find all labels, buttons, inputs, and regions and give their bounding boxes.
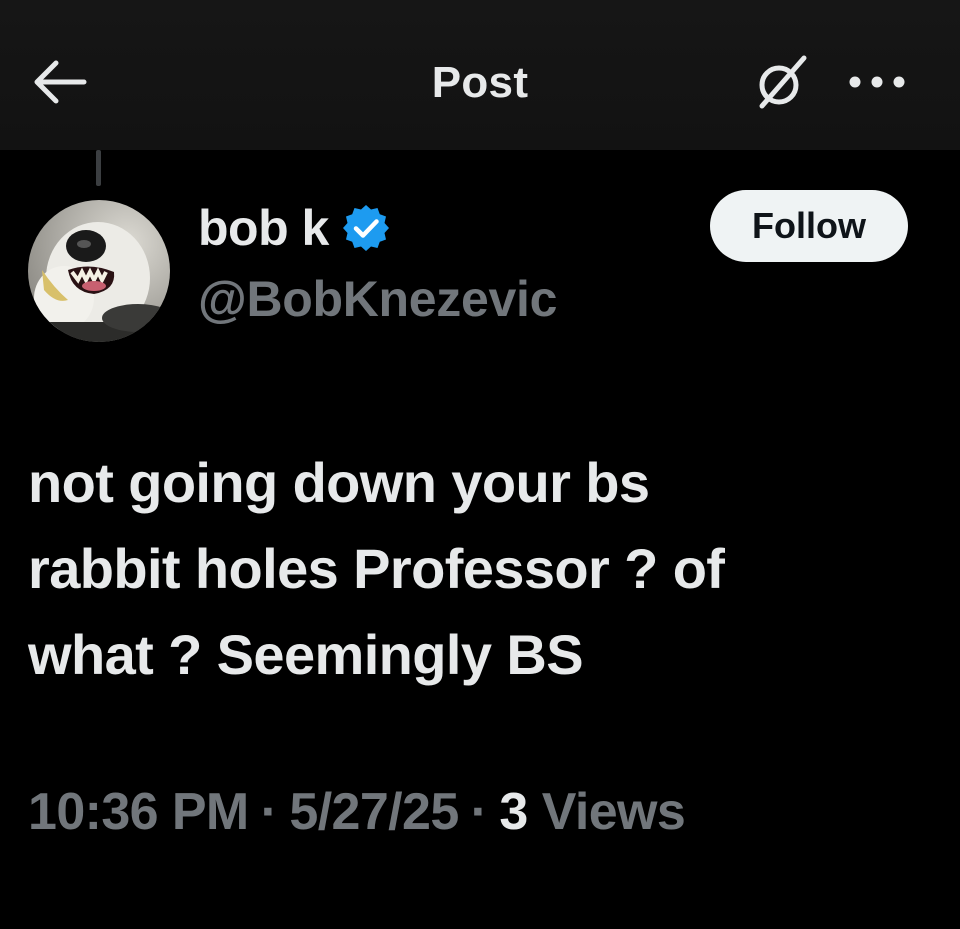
thread-connector-line bbox=[96, 150, 101, 186]
post-page: Post bob k @BobKnezevic Follow not going… bbox=[0, 0, 960, 929]
post-time[interactable]: 10:36 PM bbox=[28, 782, 249, 842]
avatar[interactable] bbox=[28, 200, 170, 342]
author-handle[interactable]: @BobKnezevic bbox=[198, 270, 557, 328]
post-meta: 10:36 PM · 5/27/25 · 3 Views bbox=[28, 780, 686, 844]
views-count[interactable]: 3 bbox=[499, 782, 528, 842]
meta-separator: · bbox=[260, 783, 278, 841]
views-label[interactable]: Views bbox=[542, 782, 686, 842]
meta-separator: · bbox=[470, 783, 488, 841]
author-display-name: bob k bbox=[198, 200, 329, 256]
post-text-line: rabbit holes Professor ? of bbox=[28, 537, 725, 600]
post-date[interactable]: 5/27/25 bbox=[289, 782, 459, 842]
grok-button[interactable] bbox=[748, 50, 814, 116]
post-text-line: not going down your bs bbox=[28, 451, 650, 514]
top-bar: Post bbox=[0, 0, 960, 150]
dog-avatar-icon bbox=[28, 200, 170, 342]
post-text: not going down your bs rabbit holes Prof… bbox=[28, 440, 928, 698]
follow-button[interactable]: Follow bbox=[710, 190, 908, 262]
grok-icon bbox=[759, 55, 807, 109]
more-options-button[interactable] bbox=[842, 60, 912, 104]
more-dots-icon bbox=[849, 76, 905, 88]
page-title: Post bbox=[431, 58, 529, 107]
verified-badge-icon bbox=[342, 205, 389, 251]
author-name-row[interactable]: bob k bbox=[198, 198, 391, 258]
post-text-line: what ? Seemingly BS bbox=[28, 623, 584, 686]
